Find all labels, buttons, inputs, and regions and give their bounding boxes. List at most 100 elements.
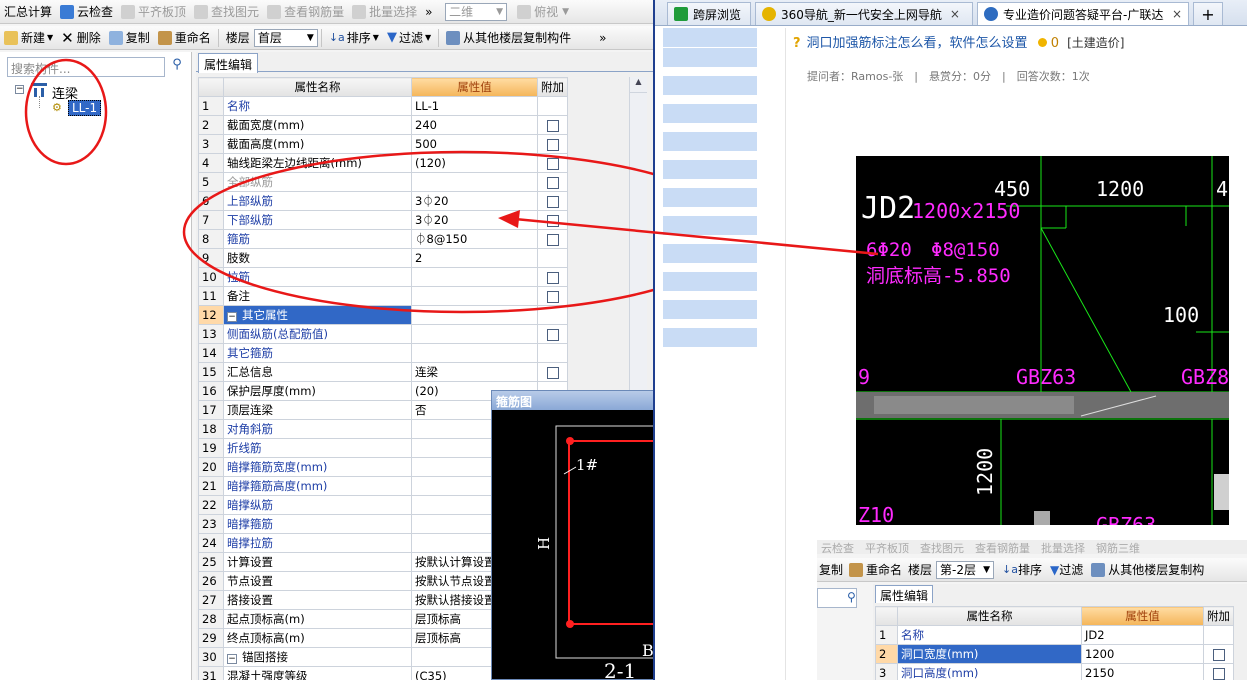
extra-checkbox[interactable] (546, 328, 559, 341)
extra-checkbox[interactable] (546, 157, 559, 170)
property-row[interactable]: 5 全部纵筋 (198, 172, 568, 192)
toolbar-overflow[interactable]: » (421, 2, 441, 22)
property-name-cell[interactable]: 截面宽度(mm) (223, 115, 412, 135)
search-icon[interactable]: ⚲ (168, 57, 186, 77)
sort-button[interactable]: ↓a 排序 ▼ (325, 28, 383, 48)
property-row[interactable]: 4 轴线距梁左边线距离(mm) (120) (198, 153, 568, 173)
property-name-cell[interactable]: 暗撑拉筋 (223, 533, 412, 553)
toolbar-overflow[interactable]: » (595, 28, 610, 48)
extra-cell[interactable] (537, 115, 568, 135)
property-name-header[interactable]: 属性名称 (223, 77, 412, 97)
property-value-cell[interactable]: 500 (411, 134, 538, 154)
property-name-cell[interactable]: 暗撑箍筋宽度(mm) (223, 457, 412, 477)
view-mode-select[interactable]: 二维 ▼ (445, 2, 508, 21)
extra-cell[interactable] (537, 343, 568, 363)
property-name-cell[interactable]: 备注 (223, 286, 412, 306)
property-value-cell[interactable]: 240 (411, 115, 538, 135)
property-name-cell[interactable]: 搭接设置 (223, 590, 412, 610)
property-name-cell[interactable]: 名称 (223, 96, 412, 116)
property-name-cell[interactable]: 保护层厚度(mm) (223, 381, 412, 401)
property-row[interactable]: 14 其它箍筋 (198, 343, 568, 363)
property-name-cell[interactable]: 对角斜筋 (223, 419, 412, 439)
view-angle-select[interactable]: 俯视 ▼ (513, 2, 573, 22)
property-name-cell[interactable]: 终点顶标高(m) (223, 628, 412, 648)
property-row[interactable]: 1 名称 LL-1 (198, 96, 568, 116)
group-collapse-toggle[interactable]: − (227, 312, 237, 322)
property-value-cell[interactable] (411, 172, 538, 192)
rename-button[interactable]: 重命名 (154, 28, 215, 48)
tab-360-nav[interactable]: 360导航_新一代安全上网导航 × (755, 2, 973, 25)
property-value-cell[interactable]: 2 (411, 248, 538, 268)
summary-calc-button[interactable]: 汇总计算 (0, 2, 56, 22)
group-collapse-toggle[interactable]: − (227, 654, 237, 664)
property-row[interactable]: 10 拉筋 (198, 267, 568, 287)
property-value-cell[interactable] (411, 267, 538, 287)
property-name-cell[interactable]: 肢数 (223, 248, 412, 268)
property-name-cell[interactable]: 下部纵筋 (223, 210, 412, 230)
extra-checkbox[interactable] (546, 176, 559, 189)
property-name-cell[interactable]: 侧面纵筋(总配筋值) (223, 324, 412, 344)
property-row[interactable]: 7 下部纵筋 3⏀20 (198, 210, 568, 230)
property-name-cell[interactable]: 折线筋 (223, 438, 412, 458)
stirrup-diagram-window[interactable]: 箍筋图 1# H B 2-1 (491, 390, 655, 680)
property-name-cell[interactable]: 上部纵筋 (223, 191, 412, 211)
extra-cell[interactable] (537, 191, 568, 211)
property-value-cell[interactable] (411, 305, 538, 325)
property-value-cell[interactable] (411, 286, 538, 306)
property-row[interactable]: 2 截面宽度(mm) 240 (198, 115, 568, 135)
tab-cross-screen[interactable]: 跨屏浏览 (667, 2, 751, 25)
property-name-cell[interactable]: 截面高度(mm) (223, 134, 412, 154)
extra-cell[interactable] (537, 153, 568, 173)
extra-cell[interactable] (537, 362, 568, 382)
property-value-cell[interactable]: 3⏀20 (411, 210, 538, 230)
view-rebar-qty-button[interactable]: 查看钢筋量 (263, 2, 348, 22)
extra-cell[interactable] (537, 172, 568, 192)
property-row[interactable]: 15 汇总信息 连梁 (198, 362, 568, 382)
extra-cell[interactable] (537, 286, 568, 306)
extra-cell[interactable] (537, 96, 568, 116)
property-row[interactable]: 8 箍筋 ⏀8@150 (198, 229, 568, 249)
align-slab-top-button[interactable]: 平齐板顶 (117, 2, 190, 22)
extra-cell[interactable] (537, 305, 568, 325)
property-value-cell[interactable]: 连梁 (411, 362, 538, 382)
extra-checkbox[interactable] (546, 195, 559, 208)
property-value-cell[interactable]: LL-1 (411, 96, 538, 116)
extra-checkbox[interactable] (546, 290, 559, 303)
extra-checkbox[interactable] (546, 271, 559, 284)
property-name-cell[interactable]: 顶层连梁 (223, 400, 412, 420)
delete-button[interactable]: ✕ 删除 (57, 28, 105, 48)
cloud-check-button[interactable]: 云检查 (56, 2, 117, 22)
property-value-header[interactable]: 属性值 (411, 77, 538, 97)
property-name-cell[interactable]: − 锚固搭接 (223, 647, 412, 667)
extra-header[interactable]: 附加 (537, 77, 568, 97)
property-value-cell[interactable]: ⏀8@150 (411, 229, 538, 249)
new-button[interactable]: 新建 ▼ (0, 28, 57, 48)
tab-property-edit[interactable]: 属性编辑 (198, 53, 259, 73)
extra-checkbox[interactable] (546, 233, 559, 246)
property-name-cell[interactable]: 混凝土强度等级 (223, 666, 412, 680)
extra-cell[interactable] (537, 210, 568, 230)
question-category[interactable]: [土建造价] (1067, 36, 1124, 50)
scroll-up-icon[interactable]: ▲ (630, 77, 647, 93)
property-value-cell[interactable] (411, 324, 538, 344)
tree-collapse-toggle[interactable]: − (15, 85, 24, 94)
extra-checkbox[interactable] (546, 214, 559, 227)
tab-glodon-qa[interactable]: 专业造价问题答疑平台-广联达服 × (977, 2, 1189, 25)
tree-node-ll1[interactable]: LL-1 (68, 100, 102, 116)
component-search-input[interactable]: 搜索构件... (7, 57, 165, 77)
close-icon[interactable]: × (1172, 7, 1182, 21)
property-name-cell[interactable]: 拉筋 (223, 267, 412, 287)
property-name-cell[interactable]: 起点顶标高(m) (223, 609, 412, 629)
property-name-cell[interactable]: 计算设置 (223, 552, 412, 572)
extra-cell[interactable] (537, 248, 568, 268)
extra-checkbox[interactable] (546, 366, 559, 379)
close-icon[interactable]: × (950, 7, 960, 21)
copy-from-floor-button[interactable]: 从其他楼层复制构件 (442, 28, 575, 48)
extra-cell[interactable] (537, 324, 568, 344)
property-name-cell[interactable]: 节点设置 (223, 571, 412, 591)
property-name-cell[interactable]: 其它箍筋 (223, 343, 412, 363)
floor-select[interactable]: 首层 ▼ (253, 28, 318, 47)
extra-checkbox[interactable] (546, 138, 559, 151)
question-title[interactable]: 洞口加强筋标注怎么看，软件怎么设置 (807, 36, 1028, 51)
extra-cell[interactable] (537, 267, 568, 287)
